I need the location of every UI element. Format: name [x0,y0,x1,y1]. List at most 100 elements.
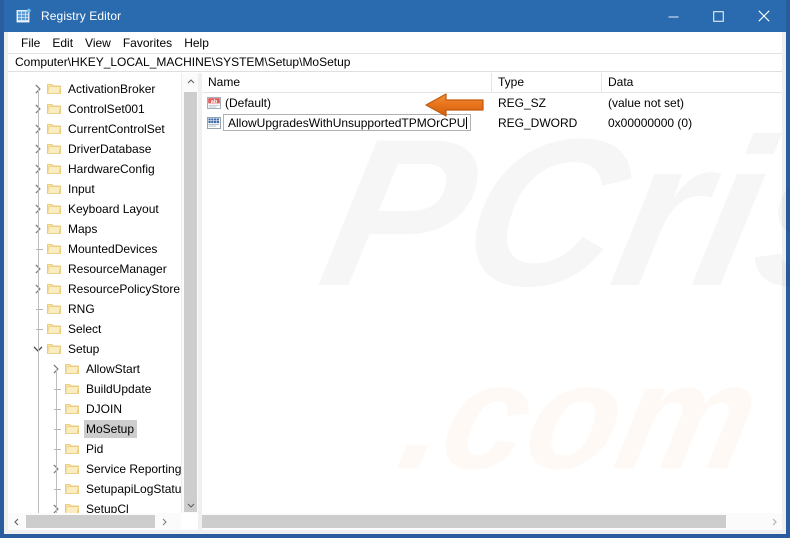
menu-help[interactable]: Help [178,34,215,52]
client-area: File Edit View Favorites Help Computer\H… [8,32,782,530]
tree-item-setup[interactable]: Setup [8,339,181,359]
folder-icon [46,281,62,297]
dword-value-icon [206,115,222,131]
tree-item-keyboard-layout[interactable]: Keyboard Layout [8,199,181,219]
folder-icon [46,161,62,177]
tree-item-setupcl[interactable]: SetupCl [8,499,181,513]
folder-icon [64,461,80,477]
tree-scroll-left-button[interactable] [8,513,25,530]
maximize-button[interactable] [696,0,741,32]
tree-item-label: Keyboard Layout [68,202,159,216]
registry-values-pane: Name Type Data ab (Default) REG_SZ (value n… [202,73,782,530]
folder-icon [46,201,62,217]
menu-favorites[interactable]: Favorites [117,34,178,52]
tree-item-label: HardwareConfig [68,162,155,176]
tree-item-label: MountedDevices [68,242,158,256]
value-name-text: AllowUpgradesWithUnsupportedTPMOrCPU [228,116,466,130]
tree-item-service-reporting[interactable]: Service Reporting [8,459,181,479]
folder-icon [46,81,62,97]
menu-file[interactable]: File [15,34,46,52]
menu-view[interactable]: View [79,34,117,52]
folder-icon [46,241,62,257]
tree-hscrollbar-thumb[interactable] [26,515,155,528]
tree-horizontal-scrollbar[interactable] [8,513,181,530]
tree-item-resourcepolicystore[interactable]: ResourcePolicyStore [8,279,181,299]
folder-icon [46,321,62,337]
tree-item-label: Input [68,182,95,196]
tree-item-activationbroker[interactable]: ActivationBroker [8,79,181,99]
tree-item-label: Pid [86,442,104,456]
close-button[interactable] [741,0,786,32]
tree-item-label: DJOIN [86,402,122,416]
tree-item-label: Maps [68,222,98,236]
window-title: Registry Editor [41,9,122,23]
tree-item-label: ActivationBroker [68,82,156,96]
tree-vertical-scrollbar[interactable] [181,73,198,513]
column-header-type[interactable]: Type [492,73,602,92]
tree-item-label: ResourceManager [68,262,167,276]
tree-item-select[interactable]: Select [8,319,181,339]
tree-item-driverdatabase[interactable]: DriverDatabase [8,139,181,159]
tree-item-label: DriverDatabase [68,142,152,156]
tree-item-mosetup[interactable]: MoSetup [8,419,181,439]
folder-icon [64,481,80,497]
tree-item-pid[interactable]: Pid [8,439,181,459]
tree-item-setupapilogstatus[interactable]: SetupapiLogStatus [8,479,181,499]
list-scroll-right-button[interactable] [765,513,782,530]
menu-edit[interactable]: Edit [46,34,79,52]
value-row[interactable]: ab (Default) REG_SZ (value not set) [202,93,782,113]
folder-icon [64,421,80,437]
tree-item-controlset001[interactable]: ControlSet001 [8,99,181,119]
title-bar: Registry Editor [4,0,786,32]
registry-tree-pane: ActivationBroker ControlSet001 CurrentCont… [8,73,198,530]
tree-item-rng[interactable]: RNG [8,299,181,319]
tree-item-input[interactable]: Input [8,179,181,199]
tree-item-label: AllowStart [86,362,141,376]
tree-item-djoin[interactable]: DJOIN [8,399,181,419]
tree-item-hardwareconfig[interactable]: HardwareConfig [8,159,181,179]
tree-item-currentcontrolset[interactable]: CurrentControlSet [8,119,181,139]
tree-item-label: SetupCl [86,502,129,513]
tree-item-buildupdate[interactable]: BuildUpdate [8,379,181,399]
tree-scroll-right-button[interactable] [155,513,172,530]
folder-icon [46,141,62,157]
column-header-data[interactable]: Data [602,73,782,92]
folder-icon [46,101,62,117]
registry-tree[interactable]: ActivationBroker ControlSet001 CurrentCont… [8,73,181,513]
tree-item-label: SetupapiLogStatus [86,482,181,496]
tree-item-label: CurrentControlSet [68,122,165,136]
tree-scroll-up-button[interactable] [182,73,198,90]
tree-item-label: Setup [68,342,100,356]
tree-rows: ActivationBroker ControlSet001 CurrentCont… [8,79,181,513]
value-name: (Default) [225,96,272,110]
folder-icon [64,401,80,417]
tree-item-label: ResourcePolicyStore [68,282,181,296]
tree-item-maps[interactable]: Maps [8,219,181,239]
tree-item-label: Select [68,322,102,336]
tree-item-label: MoSetup [84,420,138,438]
value-data: (value not set) [608,96,685,110]
tree-connector-line [56,369,57,513]
tree-item-resourcemanager[interactable]: ResourceManager [8,259,181,279]
address-bar[interactable]: Computer\HKEY_LOCAL_MACHINE\SYSTEM\Setup… [8,53,782,72]
caption-buttons [651,0,786,32]
folder-icon [46,121,62,137]
list-column-headers: Name Type Data [202,73,782,93]
registry-path: Computer\HKEY_LOCAL_MACHINE\SYSTEM\Setup… [15,55,351,69]
value-row[interactable]: AllowUpgradesWithUnsupportedTPMOrCPU REG_… [202,113,782,133]
column-header-name[interactable]: Name [202,73,492,92]
value-type: REG_SZ [498,96,547,110]
tree-item-mounteddevices[interactable]: MountedDevices [8,239,181,259]
list-rows: ab (Default) REG_SZ (value not set) AllowUpg… [202,93,782,513]
text-caret [466,117,468,129]
tree-item-label: Service Reporting [86,462,181,476]
svg-text:ab: ab [211,99,218,105]
tree-scroll-down-button[interactable] [182,496,198,513]
list-hscrollbar-thumb[interactable] [202,515,726,528]
list-horizontal-scrollbar[interactable] [202,513,782,530]
minimize-button[interactable] [651,0,696,32]
value-name-edit-input[interactable]: AllowUpgradesWithUnsupportedTPMOrCPU [223,114,472,131]
folder-icon [64,381,80,397]
tree-scrollbar-thumb[interactable] [184,92,197,512]
tree-item-allowstart[interactable]: AllowStart [8,359,181,379]
